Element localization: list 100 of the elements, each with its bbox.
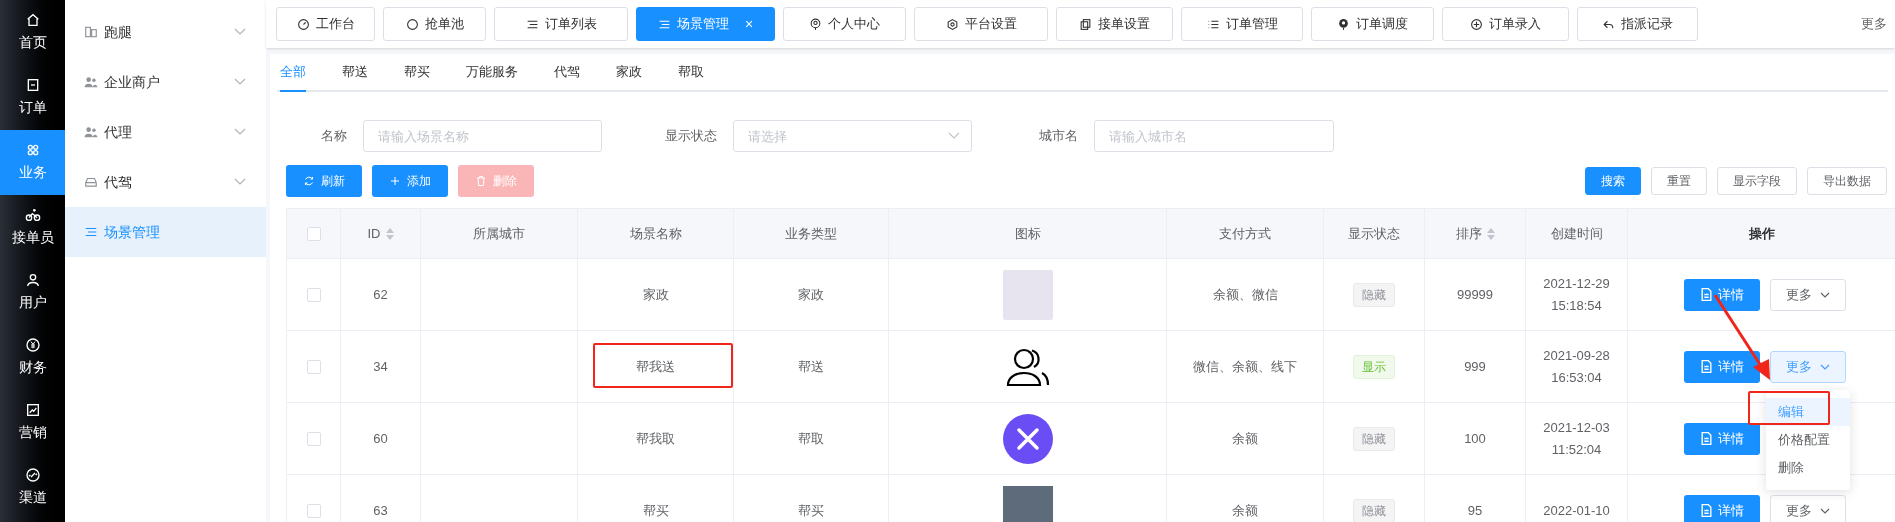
table-cell: 余额、微信: [1212, 286, 1278, 302]
table-cell: 帮我取: [636, 430, 675, 446]
category-tab[interactable]: 帮送: [342, 54, 368, 92]
document-icon: [1700, 360, 1712, 373]
column-header[interactable]: ID: [367, 223, 381, 244]
table-cell: 60: [373, 430, 388, 446]
sidebar-item[interactable]: 代理: [65, 107, 266, 157]
more-button[interactable]: 更多: [1770, 278, 1846, 311]
document-icon: [1700, 288, 1712, 301]
page-tab[interactable]: 订单管理: [1181, 7, 1303, 41]
menu-item[interactable]: 删除: [1766, 453, 1850, 482]
nav-rail-item[interactable]: 首页: [0, 0, 65, 65]
page-tab[interactable]: 抢单池: [383, 7, 486, 41]
chart-icon: [24, 402, 41, 418]
table-cell-text: 2021-09-28 16:53:04: [1542, 346, 1611, 387]
sidebar-item[interactable]: 跑腿: [65, 7, 266, 57]
chevron-down-icon: [1820, 363, 1830, 370]
checkbox[interactable]: [306, 360, 321, 375]
user-icon: [24, 272, 41, 288]
table-cell: 95: [1467, 502, 1483, 518]
circle-icon: [405, 17, 419, 31]
page-tab[interactable]: 订单列表: [494, 7, 628, 41]
input-field[interactable]: 请输入城市名: [1094, 120, 1334, 152]
copy-icon: [1079, 17, 1092, 31]
document-icon: [1700, 432, 1712, 445]
more-tabs-link[interactable]: 更多: [1861, 14, 1887, 34]
field-label: 城市名: [1038, 127, 1079, 146]
chevron-down-icon: [234, 78, 246, 86]
column-header[interactable]: 显示状态: [1348, 223, 1400, 244]
menu-item[interactable]: 价格配置: [1766, 425, 1850, 454]
table-cell: 家政: [642, 286, 669, 302]
sidebar-item[interactable]: 企业商户: [65, 57, 266, 107]
table-cell: 帮取: [798, 430, 824, 446]
table-cell: 62: [373, 286, 388, 302]
status-tag: 显示: [1353, 354, 1395, 379]
table-cell: 家政: [798, 286, 824, 302]
column-header[interactable]: 场景名称: [629, 223, 682, 244]
column-header[interactable]: 图标: [1014, 223, 1041, 244]
nav-rail-item[interactable]: 渠道: [0, 455, 65, 520]
field-label: 显示状态: [664, 127, 718, 146]
checkbox[interactable]: [306, 504, 321, 519]
nav-rail-item[interactable]: 订单: [0, 65, 65, 130]
column-header[interactable]: 业务类型: [785, 223, 837, 244]
car-icon: [84, 175, 98, 189]
page-tab[interactable]: 平台设置: [914, 7, 1048, 41]
building-icon: [84, 25, 98, 39]
page-tab[interactable]: 订单录入: [1442, 7, 1569, 41]
bicycle-icon: [24, 207, 41, 223]
category-tab[interactable]: 万能服务: [466, 54, 518, 92]
category-tab[interactable]: 帮买: [404, 54, 430, 92]
table-cell: 999: [1464, 358, 1486, 374]
hexagon-icon: [945, 17, 959, 31]
checkbox[interactable]: [306, 288, 321, 303]
status-tag: 隐藏: [1353, 498, 1395, 522]
category-tab[interactable]: 代驾: [554, 54, 580, 92]
chevron-down-icon: [1820, 507, 1830, 514]
input-field[interactable]: 请输入场景名称: [363, 120, 602, 152]
column-header[interactable]: 所属城市: [473, 223, 525, 244]
page-tab[interactable]: 指派记录: [1577, 7, 1698, 41]
tools-icon: [1002, 413, 1053, 464]
table-cell: 99999: [1456, 286, 1494, 302]
page-tab[interactable]: 接单设置: [1056, 7, 1173, 41]
table-cell-text: 2021-12-29 15:18:54: [1542, 274, 1611, 315]
column-header[interactable]: 支付方式: [1219, 223, 1271, 244]
column-header[interactable]: 操作: [1748, 223, 1775, 244]
nav-rail-item[interactable]: 营销: [0, 390, 65, 455]
sidebar-item[interactable]: 代驾: [65, 157, 266, 207]
category-tab[interactable]: 帮取: [678, 54, 704, 92]
people-icon: [84, 75, 98, 89]
category-tab[interactable]: 家政: [616, 54, 642, 92]
people-icon: [84, 125, 98, 139]
status-tag: 隐藏: [1353, 426, 1395, 451]
column-header[interactable]: 创建时间: [1550, 223, 1603, 244]
column-header[interactable]: 排序: [1455, 223, 1482, 244]
checkbox[interactable]: [306, 432, 321, 447]
table-cell: 帮送: [798, 358, 824, 374]
page-tab[interactable]: 个人中心: [783, 7, 906, 41]
checkbox[interactable]: [306, 227, 321, 242]
table-cell: 帮买: [642, 502, 669, 518]
table-cell: 帮我送: [636, 358, 675, 374]
chevron-down-icon: [234, 178, 246, 186]
nav-rail-item[interactable]: 用户: [0, 260, 65, 325]
chevron-down-icon: [234, 28, 246, 36]
table-cell-text: 2022-01-10: [1542, 501, 1611, 520]
status-tag: 隐藏: [1353, 282, 1395, 307]
location-icon: [809, 17, 822, 31]
select-field[interactable]: 请选择: [733, 120, 972, 152]
table-cell: 帮买: [798, 502, 824, 518]
sort-icon: [385, 227, 394, 240]
toolbar-button[interactable]: 显示字段: [1717, 167, 1797, 195]
trash-icon: [475, 175, 487, 187]
nav-rail-item[interactable]: 财务: [0, 325, 65, 390]
nav-rail-item[interactable]: 接单员: [0, 195, 65, 260]
page-tab[interactable]: 工作台: [276, 7, 375, 41]
table-cell: 100: [1464, 430, 1486, 446]
toolbar-button[interactable]: 重置: [1651, 167, 1707, 195]
table-cell: 63: [373, 502, 388, 518]
toolbar-button[interactable]: 导出数据: [1807, 167, 1887, 195]
page-tab[interactable]: 订单调度: [1311, 7, 1434, 41]
more-button[interactable]: 更多: [1770, 494, 1846, 522]
